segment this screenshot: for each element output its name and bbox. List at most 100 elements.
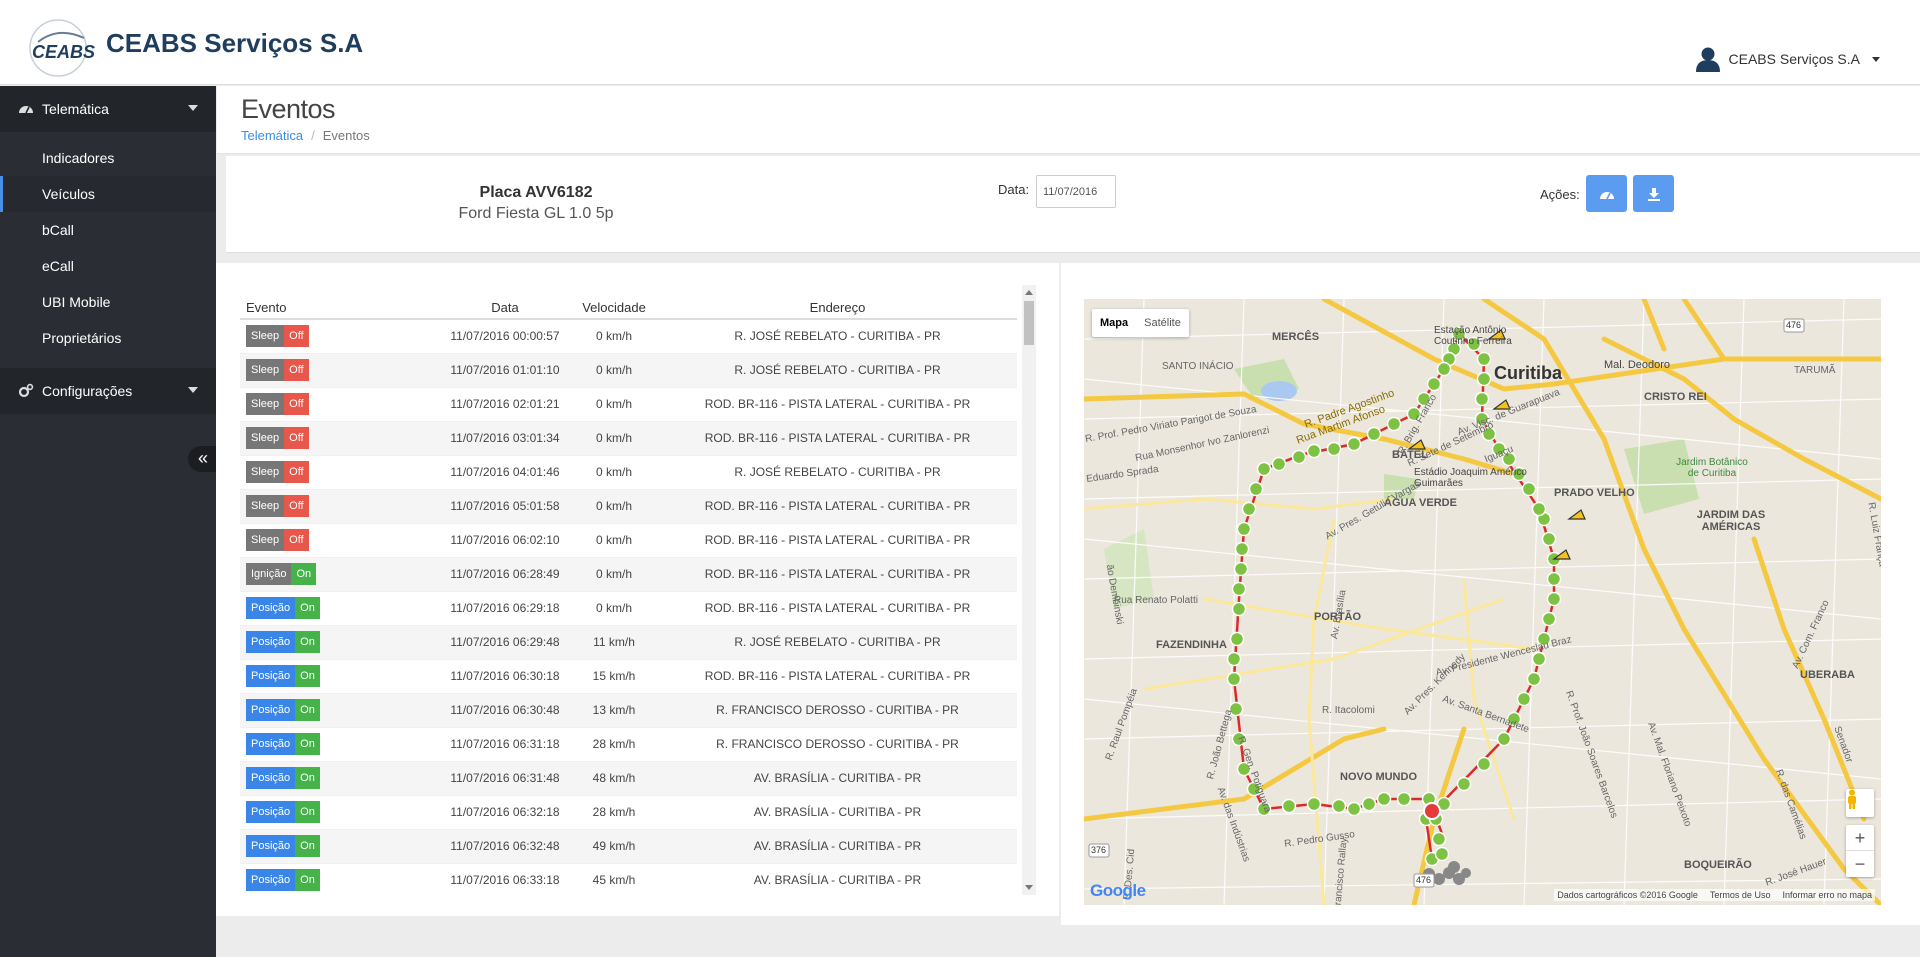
date-input[interactable]: [1036, 175, 1116, 208]
map-type-map-button[interactable]: Mapa: [1092, 309, 1136, 337]
map-label-fazendinha: FAZENDINHA: [1156, 639, 1227, 651]
cogs-icon: [18, 383, 34, 398]
download-icon: [1647, 187, 1660, 201]
route-point-marker: [1281, 798, 1297, 814]
route-map[interactable]: Curitiba MERCÊS SANTO INÁCIO BATEL ÁGUA …: [1084, 299, 1881, 905]
table-row[interactable]: Posição On 11/07/2016 06:32:48 49 km/h AV. B…: [240, 829, 1017, 864]
sidebar-item-proprietarios[interactable]: Proprietários: [0, 320, 216, 356]
top-header: CEABS CEABS Serviços S.A CEABS Serviços …: [0, 0, 1920, 85]
sidebar-item-indicadores[interactable]: Indicadores: [0, 140, 216, 176]
table-row[interactable]: Sleep Off 11/07/2016 00:00:57 0 km/h R. JOSÉ…: [240, 319, 1017, 354]
sidebar-group-configuracoes[interactable]: Configurações: [0, 368, 216, 414]
report-error-link[interactable]: Informar erro no mapa: [1782, 890, 1872, 900]
column-header-velocidade[interactable]: Velocidade: [570, 285, 658, 320]
sidebar: Telemática Indicadores Veículos bCall eC…: [0, 86, 218, 957]
event-cell: Posição On: [240, 591, 440, 626]
chevron-down-icon: [1872, 56, 1880, 62]
route-point-marker: [1331, 798, 1347, 814]
route-point-marker: [1291, 449, 1307, 465]
map-label-mal-deodoro: Mal. Deodoro: [1604, 359, 1671, 371]
event-kind-badge: Ignição: [246, 563, 292, 585]
date-cell: 11/07/2016 06:30:18: [440, 659, 570, 694]
table-row[interactable]: Sleep Off 11/07/2016 04:01:46 0 km/h R. JOSÉ…: [240, 455, 1017, 490]
caret-down-icon: [188, 387, 198, 393]
table-row[interactable]: Posição On 11/07/2016 06:29:48 11 km/h R. JO…: [240, 625, 1017, 660]
google-logo[interactable]: Google: [1090, 881, 1146, 901]
event-cell: Sleep Off: [240, 455, 440, 490]
vehicle-model: Ford Fiesta GL 1.0 5p: [458, 205, 614, 222]
download-button[interactable]: [1633, 175, 1674, 212]
route-point-marker: [1386, 416, 1402, 432]
route-point-marker: [1226, 671, 1242, 687]
sidebar-item-ubi-mobile[interactable]: UBI Mobile: [0, 284, 216, 320]
speed-cell: 48 km/h: [570, 761, 658, 796]
sidebar-collapse-button[interactable]: «: [188, 446, 218, 472]
terms-link[interactable]: Termos de Uso: [1710, 890, 1771, 900]
table-row[interactable]: Ignição On 11/07/2016 06:28:49 0 km/h ROD. B…: [240, 557, 1017, 592]
column-header-endereco[interactable]: Endereço: [658, 285, 1017, 320]
route-point-marker: [1271, 456, 1287, 472]
table-scrollbar[interactable]: [1022, 285, 1036, 895]
route-point-marker: [1241, 501, 1257, 517]
table-row[interactable]: Sleep Off 11/07/2016 05:01:58 0 km/h ROD. BR…: [240, 489, 1017, 524]
map-type-satellite-button[interactable]: Satélite: [1136, 309, 1189, 337]
route-point-marker: [1248, 481, 1264, 497]
event-cell: Posição On: [240, 829, 440, 864]
map-label-estadio: Estádio Joaquim Américo Guimarães: [1414, 467, 1527, 489]
scrollbar-thumb[interactable]: [1024, 301, 1034, 345]
route-point-marker: [1426, 376, 1442, 392]
table-row[interactable]: Posição On 11/07/2016 06:30:48 13 km/h R. FR…: [240, 693, 1017, 728]
dashboard-button[interactable]: [1586, 175, 1627, 212]
table-row[interactable]: Posição On 11/07/2016 06:29:18 0 km/h ROD. B…: [240, 591, 1017, 626]
speed-cell: 45 km/h: [570, 863, 658, 895]
breadcrumb-link-telematica[interactable]: Telemática: [241, 128, 303, 143]
sidebar-item-ecall[interactable]: eCall: [0, 248, 216, 284]
speed-cell: 11 km/h: [570, 625, 658, 660]
map-panel: Curitiba MERCÊS SANTO INÁCIO BATEL ÁGUA …: [1061, 263, 1920, 925]
speed-cell: 49 km/h: [570, 829, 658, 864]
brand-name: CEABS Serviços S.A: [106, 28, 364, 58]
table-row[interactable]: Sleep Off 11/07/2016 06:02:10 0 km/h ROD. BR…: [240, 523, 1017, 558]
speed-cell: 0 km/h: [570, 319, 658, 354]
user-menu[interactable]: CEABS Serviços S.A: [1695, 46, 1880, 72]
scroll-down-arrow-icon[interactable]: [1025, 885, 1033, 890]
zoom-out-button[interactable]: −: [1846, 851, 1874, 877]
table-row[interactable]: Sleep Off 11/07/2016 01:01:10 0 km/h R. JOSÉ…: [240, 353, 1017, 388]
route-point-marker: [1229, 631, 1245, 647]
event-kind-badge: Posição: [246, 699, 296, 721]
table-row[interactable]: Posição On 11/07/2016 06:31:48 48 km/h AV. B…: [240, 761, 1017, 796]
column-header-data[interactable]: Data: [440, 285, 570, 320]
column-header-evento[interactable]: Evento: [240, 285, 440, 320]
route-point-marker: [1306, 796, 1322, 812]
table-row[interactable]: Posição On 11/07/2016 06:30:18 15 km/h ROD. …: [240, 659, 1017, 694]
map-label-uberaba: UBERABA: [1800, 669, 1855, 681]
sidebar-item-bcall[interactable]: bCall: [0, 212, 216, 248]
address-cell: R. FRANCISCO DEROSSO - CURITIBA - PR: [658, 727, 1017, 762]
table-row[interactable]: Posição On 11/07/2016 06:31:18 28 km/h R. FR…: [240, 727, 1017, 762]
ceabs-logo[interactable]: CEABS: [28, 18, 96, 78]
map-attribution: Dados cartográficos ©2016 Google Termos …: [1554, 889, 1875, 901]
event-cell: Posição On: [240, 761, 440, 796]
events-panel: Evento Data Velocidade Endereço Sleep Off…: [216, 263, 1059, 916]
table-row[interactable]: Sleep Off 11/07/2016 02:01:21 0 km/h ROD. BR…: [240, 387, 1017, 422]
zoom-in-button[interactable]: +: [1846, 825, 1874, 851]
events-table: Evento Data Velocidade Endereço Sleep Off…: [240, 285, 1017, 895]
scroll-up-arrow-icon[interactable]: [1025, 290, 1033, 295]
speed-cell: 28 km/h: [570, 727, 658, 762]
route-point-marker: [1231, 601, 1247, 617]
event-cell: Sleep Off: [240, 387, 440, 422]
street-view-pegman-icon[interactable]: [1846, 789, 1874, 817]
table-row[interactable]: Sleep Off 11/07/2016 03:01:34 0 km/h ROD. BR…: [240, 421, 1017, 456]
dashboard-icon: [19, 106, 33, 114]
event-cell: Posição On: [240, 795, 440, 830]
table-row[interactable]: Posição On 11/07/2016 06:32:18 28 km/h AV. B…: [240, 795, 1017, 830]
address-cell: ROD. BR-116 - PISTA LATERAL - CURITIBA -…: [658, 591, 1017, 626]
address-cell: AV. BRASÍLIA - CURITIBA - PR: [658, 761, 1017, 796]
events-table-scroll[interactable]: Evento Data Velocidade Endereço Sleep Off…: [240, 285, 1046, 895]
table-row[interactable]: Posição On 11/07/2016 06:33:18 45 km/h AV. B…: [240, 863, 1017, 895]
route-point-marker: [1456, 776, 1472, 792]
route-point-marker: [1531, 501, 1547, 517]
sidebar-group-telematica[interactable]: Telemática: [0, 86, 216, 132]
zoom-control: + −: [1846, 825, 1874, 877]
sidebar-item-veiculos[interactable]: Veículos: [0, 176, 216, 212]
